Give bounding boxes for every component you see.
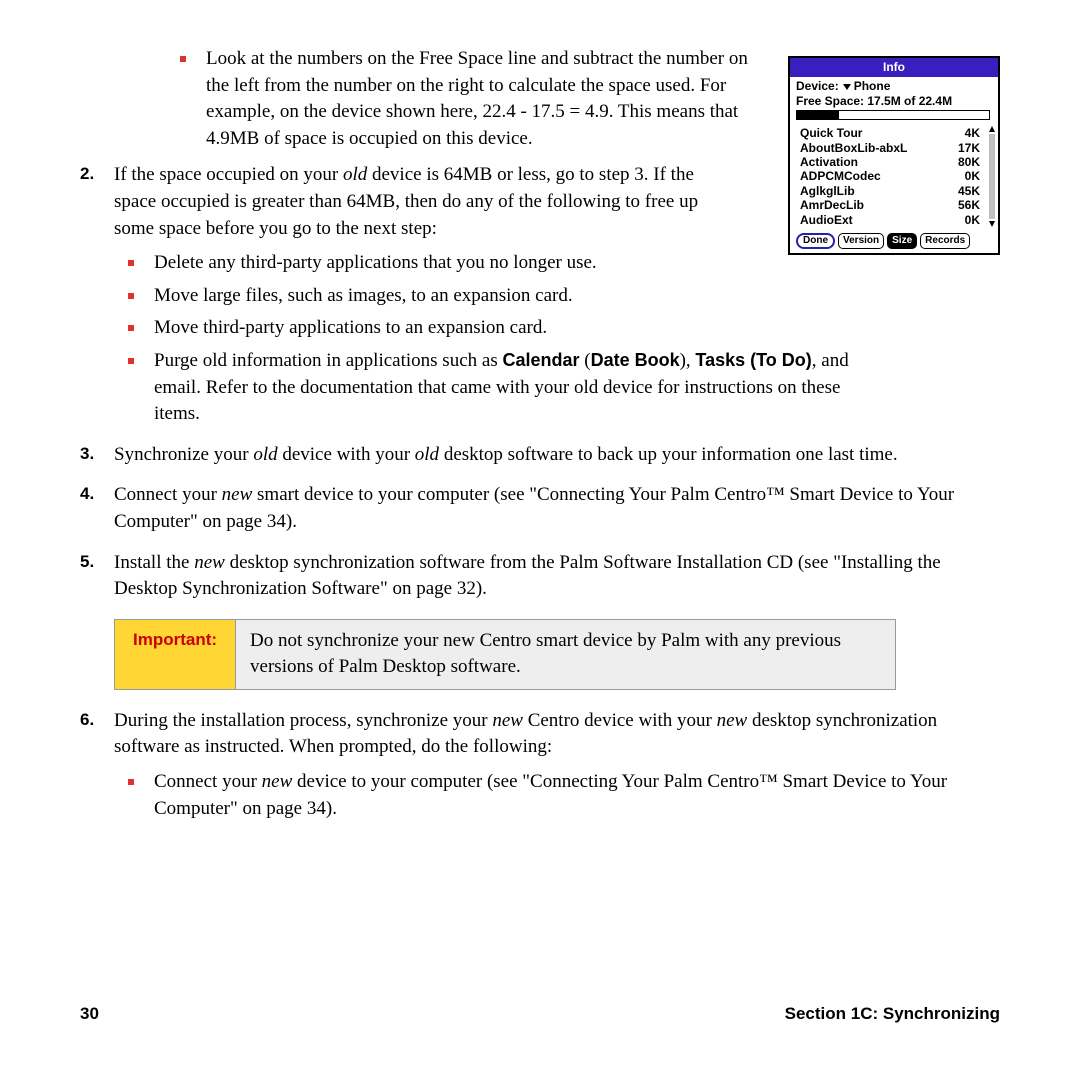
step3-c: desktop software to back up your informa… [439,444,898,465]
step6-a: During the installation process, synchro… [114,710,492,731]
palm-device-label: Device: [796,79,839,93]
step3-b: device with your [278,444,415,465]
list-item: AglkglLib45K [796,184,992,198]
step5-b: desktop synchronization software from th… [114,552,941,600]
scroll-track[interactable] [989,134,995,219]
step-4-number: 4. [80,482,94,506]
step3-old1: old [253,444,277,465]
step6-new2: new [717,710,748,731]
list-item: AudioExt0K [796,213,992,227]
palm-device-row: Device: Phone [796,79,992,93]
step-2-number: 2. [80,162,94,186]
step2-sub-d-calendar: Calendar [502,350,579,370]
palm-info-window: Info Device: Phone Free Space: 17.5M of … [788,56,1000,255]
done-button[interactable]: Done [796,233,835,249]
step5-new: new [194,552,225,573]
step-2-subbullets: Delete any third-party applications that… [128,250,888,428]
steps-list-cont: 6. During the installation process, sync… [80,708,1000,822]
step6-sub-a-new: new [262,771,293,792]
important-callout: Important: Do not synchronize your new C… [114,619,896,690]
page-number: 30 [80,1002,99,1026]
bullet-marker-icon [128,779,134,785]
palm-free-space: Free Space: 17.5M of 22.4M [796,94,992,108]
step2-sub-d-tasks: Tasks (To Do) [695,350,811,370]
step-6: 6. During the installation process, sync… [80,708,1000,822]
important-label: Important: [115,620,236,689]
palm-device-value: Phone [854,79,891,93]
step2-sub-d-pre: Purge old information in applications su… [154,350,502,371]
step6-new1: new [492,710,523,731]
step2-sub-a: Delete any third-party applications that… [154,252,597,273]
palm-usage-bar-fill [797,111,839,119]
step-3: 3. Synchronize your old device with your… [80,442,1000,469]
step4-new: new [222,484,253,505]
palm-app-list[interactable]: Quick Tour4K AboutBoxLib-abxL17K Activat… [796,126,992,227]
step-6-number: 6. [80,708,94,732]
palm-title-bar: Info [790,58,998,77]
step4-a: Connect your [114,484,222,505]
step2-sub-d-p2: ), [680,350,696,371]
list-item: AmrDecLib56K [796,198,992,212]
scroll-up-arrow-icon[interactable] [989,126,995,132]
step-5: 5. Install the new desktop synchronizati… [80,550,1000,603]
bullet-marker-icon [128,293,134,299]
bullet-marker-icon [180,56,186,62]
list-item: Quick Tour4K [796,126,992,140]
palm-device-dropdown[interactable]: Phone [843,79,891,93]
list-item: ADPCMCodec0K [796,169,992,183]
version-button[interactable]: Version [838,233,884,249]
palm-scrollbar[interactable] [989,126,995,227]
important-text: Do not synchronize your new Centro smart… [236,620,895,689]
palm-button-row: Done Version Size Records [796,233,992,249]
step5-a: Install the [114,552,194,573]
bullet-marker-icon [128,325,134,331]
palm-usage-bar [796,110,990,120]
size-button[interactable]: Size [887,233,917,249]
step2-sub-d-datebook: Date Book [591,350,680,370]
step2-sub-c: Move third-party applications to an expa… [154,317,547,338]
intro-bullet-list: Look at the numbers on the Free Space li… [180,46,770,152]
step6-b: Centro device with your [523,710,717,731]
step3-a: Synchronize your [114,444,253,465]
step-4: 4. Connect your new smart device to your… [80,482,1000,535]
section-title: Section 1C: Synchronizing [785,1002,1000,1026]
step-6-subbullets: Connect your new device to your computer… [128,769,1000,822]
bullet-free-space: Look at the numbers on the Free Space li… [180,46,770,152]
bullet-marker-icon [128,260,134,266]
page-footer: 30 Section 1C: Synchronizing [80,1002,1000,1026]
step-2-text-a: If the space occupied on your [114,164,343,185]
scroll-down-arrow-icon[interactable] [989,221,995,227]
bullet-free-space-text: Look at the numbers on the Free Space li… [206,48,748,149]
records-button[interactable]: Records [920,233,970,249]
step2-sub-d-p1: ( [580,350,591,371]
step3-old2: old [415,444,439,465]
step-5-number: 5. [80,550,94,574]
step2-sub-b: Move large files, such as images, to an … [154,285,573,306]
list-item: AboutBoxLib-abxL17K [796,141,992,155]
step-3-number: 3. [80,442,94,466]
step-2-old: old [343,164,367,185]
dropdown-triangle-icon [843,84,851,90]
list-item: Activation80K [796,155,992,169]
bullet-marker-icon [128,358,134,364]
step6-sub-a-pre: Connect your [154,771,262,792]
